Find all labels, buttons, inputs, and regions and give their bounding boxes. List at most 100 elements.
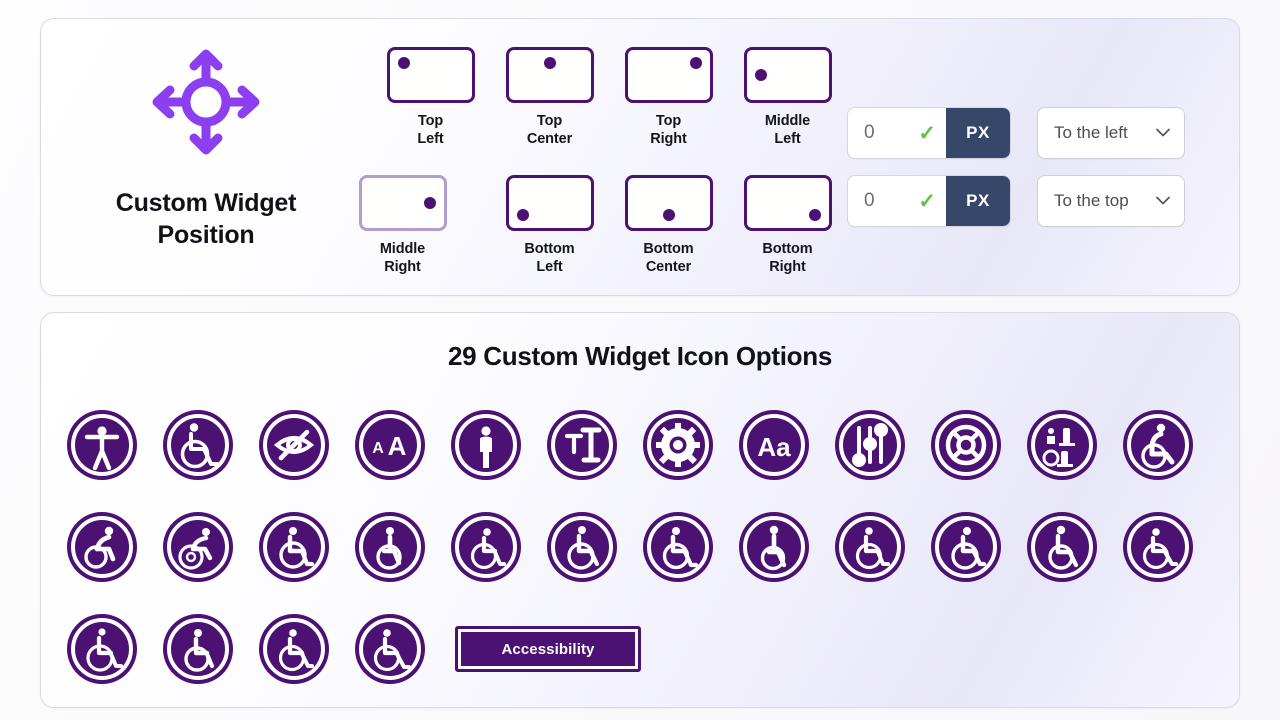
wheelchair-motion-1-icon[interactable] <box>63 508 141 586</box>
tile-label-line1: Top <box>655 113 682 129</box>
wheelchair-outline-1-icon[interactable] <box>63 610 141 688</box>
svg-text:Aa: Aa <box>757 432 791 462</box>
tile-label: Middle Right <box>380 240 425 276</box>
check-icon: ✓ <box>918 189 936 213</box>
sliders-icon[interactable] <box>831 406 909 484</box>
tile-label: Bottom Center <box>643 240 693 276</box>
text-size-tt-icon[interactable] <box>543 406 621 484</box>
wheelchair-side-5-icon[interactable] <box>831 508 909 586</box>
wheelchair-side-2-icon[interactable] <box>447 508 525 586</box>
position-dot <box>397 57 410 69</box>
horizontal-offset-group[interactable]: ✓ PX <box>847 107 1011 159</box>
move-arrows-icon <box>146 47 266 157</box>
position-dot <box>423 197 436 209</box>
life-ring-icon[interactable] <box>927 406 1005 484</box>
tile-label-line2: Left <box>417 131 444 148</box>
tile-label-line1: Top <box>536 113 563 129</box>
accessibility-text-button[interactable]: Accessibility <box>455 626 641 672</box>
tile-label: Top Right <box>650 112 687 148</box>
position-tile-bottom-left[interactable]: Bottom Left <box>490 175 609 295</box>
text-aa-icon[interactable]: Aa <box>735 406 813 484</box>
tile-label-line1: Bottom <box>762 241 813 257</box>
tile-label-line2: Right <box>769 259 806 276</box>
position-tile-bottom-right[interactable]: Bottom Right <box>728 175 847 295</box>
vertical-offset-group[interactable]: ✓ PX <box>847 175 1011 227</box>
position-tile-top-right[interactable]: Top Right <box>609 47 728 175</box>
tile-label-line2: Right <box>650 131 687 148</box>
tile-label: Bottom Left <box>524 240 574 276</box>
accessible-amenities-icon[interactable] <box>1023 406 1101 484</box>
tile-label-line2: Center <box>526 131 573 148</box>
tile-preview-box[interactable] <box>624 47 713 103</box>
icon-options-grid: A A Aa Accessibility <box>41 372 1239 700</box>
check-icon: ✓ <box>918 121 936 145</box>
tile-label-line2: Right <box>384 259 421 276</box>
wheelchair-motion-2-icon[interactable] <box>159 508 237 586</box>
tile-preview-box[interactable] <box>386 47 475 103</box>
wheelchair-side-6-icon[interactable] <box>927 508 1005 586</box>
chevron-down-icon <box>1148 192 1170 210</box>
position-tile-top-center[interactable]: Top Center <box>490 47 609 175</box>
position-tiles-grid: Top Left Top Center Top Right Middle Lef… <box>358 33 847 295</box>
tile-label-line1: Middle <box>379 241 426 257</box>
position-tile-middle-left[interactable]: Middle Left <box>728 47 847 175</box>
wheelchair-side-3-icon[interactable] <box>543 508 621 586</box>
svg-text:A: A <box>388 431 407 461</box>
vertical-unit-button[interactable]: PX <box>946 176 1010 226</box>
font-size-aa-icon[interactable]: A A <box>351 406 429 484</box>
tile-preview-box[interactable] <box>743 47 832 103</box>
tile-label-line2: Center <box>645 259 692 276</box>
tile-preview-box[interactable] <box>505 47 594 103</box>
widget-icon-options-panel: 29 Custom Widget Icon Options A A Aa Acc… <box>40 312 1240 708</box>
icon-row-3: Accessibility <box>63 598 1219 700</box>
wheelchair-side-4-icon[interactable] <box>639 508 717 586</box>
tile-label: Bottom Right <box>762 240 812 276</box>
wheelchair-front-1-icon[interactable] <box>351 508 429 586</box>
tile-label-line2: Left <box>774 131 801 148</box>
tile-label-line1: Top <box>417 113 444 129</box>
horizontal-direction-select[interactable]: To the left <box>1037 107 1185 159</box>
tile-label-line1: Middle <box>764 113 811 129</box>
horizontal-unit-button[interactable]: PX <box>946 108 1010 158</box>
tile-preview-box[interactable] <box>358 175 447 231</box>
wheelchair-side-7-icon[interactable] <box>1023 508 1101 586</box>
wheelchair-classic-icon[interactable] <box>159 406 237 484</box>
gear-icon[interactable] <box>639 406 717 484</box>
position-dot <box>543 57 556 69</box>
icon-options-title: 29 Custom Widget Icon Options <box>448 341 832 371</box>
wheelchair-side-8-icon[interactable] <box>1119 508 1197 586</box>
horizontal-offset-row: ✓ PX To the left <box>847 107 1239 159</box>
wheelchair-seated-icon[interactable] <box>1119 406 1197 484</box>
accessibility-person-icon[interactable] <box>63 406 141 484</box>
vertical-offset-row: ✓ PX To the top <box>847 175 1239 227</box>
tile-label: Top Center <box>527 112 572 148</box>
wheelchair-outline-2-icon[interactable] <box>159 610 237 688</box>
chevron-down-icon <box>1148 124 1170 142</box>
wheelchair-outline-4-icon[interactable] <box>351 610 429 688</box>
position-dot <box>754 69 767 81</box>
offset-controls: ✓ PX To the left ✓ PX <box>847 33 1239 227</box>
wheelchair-front-2-icon[interactable] <box>735 508 813 586</box>
wheelchair-outline-3-icon[interactable] <box>255 610 333 688</box>
position-tile-middle-right[interactable]: Middle Right <box>343 175 462 295</box>
tile-preview-box[interactable] <box>505 175 594 231</box>
tile-label-line1: Bottom <box>524 241 575 257</box>
wheelchair-side-1-icon[interactable] <box>255 508 333 586</box>
vertical-direction-select[interactable]: To the top <box>1037 175 1185 227</box>
svg-text:A: A <box>372 440 384 457</box>
page-root: Custom Widget Position Top Left Top Cent… <box>0 0 1280 720</box>
position-tile-top-left[interactable]: Top Left <box>371 47 490 175</box>
person-standing-icon[interactable] <box>447 406 525 484</box>
tile-preview-box[interactable] <box>743 175 832 231</box>
tile-label: Middle Left <box>765 112 810 148</box>
tile-label-line1: Bottom <box>643 241 694 257</box>
vertical-offset-input[interactable] <box>848 176 917 226</box>
icon-row-2 <box>63 496 1219 598</box>
eye-slash-icon[interactable] <box>255 406 333 484</box>
position-dot <box>662 209 675 221</box>
position-tile-bottom-center[interactable]: Bottom Center <box>609 175 728 295</box>
tile-preview-box[interactable] <box>624 175 713 231</box>
position-panel-heading-block: Custom Widget Position <box>41 33 371 251</box>
position-dot <box>689 57 702 69</box>
horizontal-offset-input[interactable] <box>848 108 917 158</box>
